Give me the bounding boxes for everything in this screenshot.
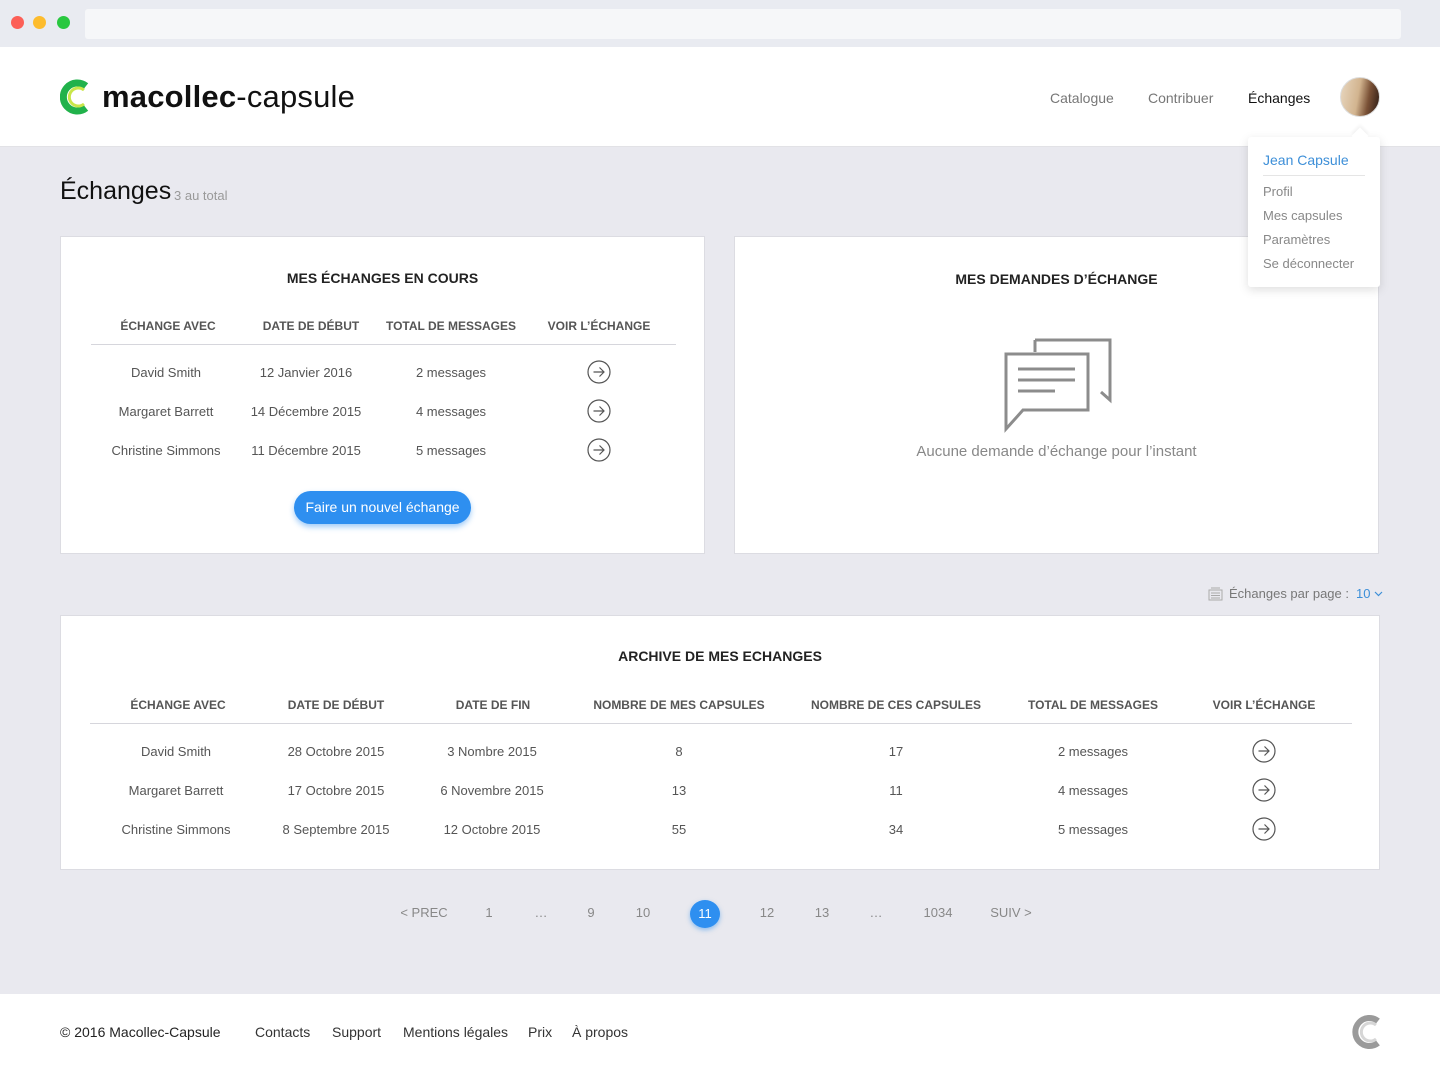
cell-my-capsules: 13	[671, 783, 687, 798]
footer-logo-icon	[1352, 1015, 1380, 1049]
minimize-window-button[interactable]	[33, 16, 46, 29]
close-window-button[interactable]	[11, 16, 24, 29]
cell-their-capsules: 17	[888, 744, 904, 759]
cell-start: 28 Octobre 2015	[287, 744, 385, 759]
cell-name: David Smith	[140, 744, 212, 759]
cell-my-capsules: 55	[671, 822, 687, 837]
page-count: 3 au total	[174, 188, 228, 203]
archive-title: ARCHIVE DE MES ECHANGES	[618, 648, 822, 664]
cell-their-capsules: 11	[889, 783, 903, 798]
pagination-current-page[interactable]: 11	[690, 900, 720, 928]
view-exchange-arrow-icon[interactable]	[587, 360, 611, 384]
user-dropdown-menu: Jean Capsule Profil Mes capsules Paramèt…	[1248, 137, 1380, 287]
cell-messages: 2 messages	[415, 365, 487, 380]
per-page-selector[interactable]: Échanges par page : 10	[1208, 586, 1383, 601]
brand-logo[interactable]: macollec-capsule	[60, 79, 355, 115]
address-bar[interactable]	[85, 9, 1401, 39]
view-exchange-arrow-icon[interactable]	[587, 399, 611, 423]
cell-their-capsules: 34	[888, 822, 904, 837]
pagination-prev[interactable]: < PREC	[399, 905, 449, 920]
list-icon	[1208, 587, 1223, 600]
current-exchanges-title: MES ÉCHANGES EN COURS	[286, 270, 479, 286]
footer-link-contacts[interactable]: Contacts	[255, 1024, 310, 1040]
browser-chrome	[0, 0, 1440, 47]
cell-start: 8 Septembre 2015	[282, 822, 390, 837]
dropdown-item-se-deconnecter[interactable]: Se déconnecter	[1263, 256, 1354, 271]
nav-contribuer[interactable]: Contribuer	[1148, 90, 1213, 106]
cell-name: Margaret Barrett	[128, 783, 224, 798]
cell-date: 12 Janvier 2016	[259, 365, 353, 380]
column-header: ÉCHANGE AVEC	[130, 698, 226, 712]
column-header: NOMBRE DE CES CAPSULES	[810, 698, 982, 712]
nav-catalogue[interactable]: Catalogue	[1050, 90, 1114, 106]
user-avatar[interactable]	[1340, 77, 1380, 117]
footer-link-prix[interactable]: Prix	[528, 1024, 552, 1040]
column-header: NOMBRE DE MES CAPSULES	[593, 698, 765, 712]
new-exchange-button[interactable]: Faire un nouvel échange	[294, 491, 471, 524]
column-header: VOIR L’ÉCHANGE	[547, 319, 651, 333]
cell-messages: 5 messages	[1057, 822, 1129, 837]
view-exchange-arrow-icon[interactable]	[1252, 739, 1276, 763]
nav-echanges[interactable]: Échanges	[1248, 90, 1310, 106]
pagination-page[interactable]: 13	[809, 905, 835, 920]
table-divider	[91, 344, 676, 345]
cell-messages: 4 messages	[1057, 783, 1129, 798]
cell-my-capsules: 8	[675, 744, 683, 759]
pagination-page[interactable]: 9	[581, 905, 601, 920]
footer-link-a-propos[interactable]: À propos	[572, 1024, 628, 1040]
footer-link-support[interactable]: Support	[332, 1024, 381, 1040]
column-header: VOIR L’ÉCHANGE	[1212, 698, 1316, 712]
column-header: DATE DE FIN	[455, 698, 531, 712]
page-title: Échanges	[60, 177, 172, 205]
cell-end: 6 Novembre 2015	[440, 783, 544, 798]
view-exchange-arrow-icon[interactable]	[1252, 817, 1276, 841]
column-header: TOTAL DE MESSAGES	[385, 319, 517, 333]
chevron-down-icon[interactable]	[1374, 591, 1383, 597]
empty-requests-message: Aucune demande d’échange pour l’instant	[916, 443, 1197, 460]
cell-end: 3 Nombre 2015	[447, 744, 537, 759]
cell-messages: 4 messages	[415, 404, 487, 419]
column-header: ÉCHANGE AVEC	[120, 319, 216, 333]
dropdown-item-profil[interactable]: Profil	[1263, 184, 1293, 199]
pagination-ellipsis: …	[869, 905, 883, 920]
maximize-window-button[interactable]	[57, 16, 70, 29]
column-header: TOTAL DE MESSAGES	[1027, 698, 1159, 712]
view-exchange-arrow-icon[interactable]	[587, 438, 611, 462]
dropdown-divider	[1263, 175, 1365, 176]
cell-end: 12 Octobre 2015	[443, 822, 541, 837]
cell-name: Christine Simmons	[111, 443, 221, 458]
site-footer: © 2016 Macollec-Capsule Contacts Support…	[0, 994, 1440, 1071]
pagination-page[interactable]: 1034	[918, 905, 958, 920]
table-divider	[90, 723, 1352, 724]
brand-name: macollec-capsule	[102, 79, 356, 114]
column-header: DATE DE DÉBUT	[262, 319, 360, 333]
site-header: macollec-capsule Catalogue Contribuer Éc…	[0, 47, 1440, 147]
footer-copyright: © 2016 Macollec-Capsule	[60, 1024, 221, 1040]
column-header: DATE DE DÉBUT	[287, 698, 385, 712]
chat-bubbles-icon	[1004, 338, 1112, 433]
current-exchanges-card: MES ÉCHANGES EN COURS ÉCHANGE AVEC DATE …	[60, 236, 705, 554]
footer-link-mentions-legales[interactable]: Mentions légales	[403, 1024, 508, 1040]
cell-messages: 2 messages	[1057, 744, 1129, 759]
pagination-ellipsis: …	[534, 905, 548, 920]
cell-name: Christine Simmons	[121, 822, 231, 837]
pagination-page[interactable]: 10	[630, 905, 656, 920]
cell-name: Margaret Barrett	[118, 404, 214, 419]
dropdown-user-name[interactable]: Jean Capsule	[1263, 152, 1349, 168]
pagination-page[interactable]: 12	[754, 905, 780, 920]
pagination-next[interactable]: SUIV >	[986, 905, 1036, 920]
view-exchange-arrow-icon[interactable]	[1252, 778, 1276, 802]
cell-start: 17 Octobre 2015	[287, 783, 385, 798]
per-page-label: Échanges par page :	[1229, 586, 1349, 601]
dropdown-item-mes-capsules[interactable]: Mes capsules	[1263, 208, 1342, 223]
cell-messages: 5 messages	[415, 443, 487, 458]
archive-card: ARCHIVE DE MES ECHANGES ÉCHANGE AVEC DAT…	[60, 615, 1380, 870]
per-page-value[interactable]: 10	[1356, 586, 1370, 601]
dropdown-item-parametres[interactable]: Paramètres	[1263, 232, 1330, 247]
cell-date: 11 Décembre 2015	[251, 443, 361, 458]
cell-date: 14 Décembre 2015	[250, 404, 362, 419]
cell-name: David Smith	[130, 365, 202, 380]
capsule-logo-icon	[60, 79, 89, 115]
pagination-page[interactable]: 1	[479, 905, 499, 920]
